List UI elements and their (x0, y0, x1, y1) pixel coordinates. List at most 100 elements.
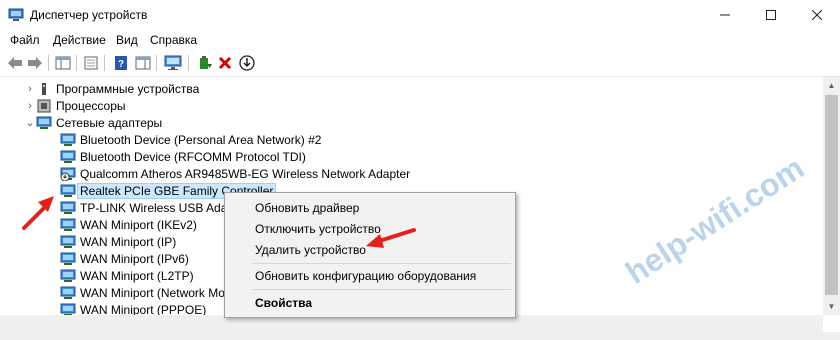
tree-item-label: Qualcomm Atheros AR9485WB-EG Wireless Ne… (80, 166, 411, 181)
vertical-scrollbar[interactable]: ▲ ▼ (823, 77, 840, 315)
tree-item-label: WAN Miniport (IKEv2) (80, 217, 197, 232)
processor-icon (37, 99, 51, 112)
tree-item-device[interactable]: WAN Miniport (IP) (60, 233, 176, 250)
tree-item-label: Процессоры (56, 98, 126, 113)
menu-view[interactable]: Вид (116, 33, 138, 47)
network-adapter-icon (60, 235, 76, 248)
tree-item-network-adapters[interactable]: ⌄ Сетевые адаптеры (24, 114, 162, 131)
watermark: help-wifi.com (619, 150, 810, 291)
tree-item-label: WAN Miniport (Network Mo (80, 285, 225, 300)
menu-item-uninstall-device[interactable]: Удалить устройство (255, 243, 366, 257)
menu-help[interactable]: Справка (150, 33, 197, 47)
tree-item-label: WAN Miniport (IPv6) (80, 251, 189, 266)
network-adapter-icon (60, 286, 76, 299)
toolbar-separator (156, 55, 157, 71)
update-driver-button[interactable] (196, 54, 214, 72)
maximize-button[interactable] (748, 0, 794, 30)
update-driver-icon (200, 56, 212, 69)
minimize-icon (720, 14, 730, 16)
tree-item-device[interactable]: WAN Miniport (L2TP) (60, 267, 194, 284)
toolbar-separator (104, 55, 105, 71)
tree-item-label: Сетевые адаптеры (56, 115, 163, 130)
toolbar-separator (48, 55, 49, 71)
tree-item-device[interactable]: WAN Miniport (Network Mo (60, 284, 225, 301)
console-tree-button[interactable] (54, 54, 72, 72)
menu-bar: Файл Действие Вид Справка (0, 30, 840, 50)
forward-arrow-icon (28, 57, 42, 69)
window-title: Диспетчер устройств (30, 8, 148, 22)
chevron-down-icon[interactable]: ⌄ (24, 116, 36, 129)
properties-sheet-icon (84, 56, 98, 70)
help-button[interactable]: ? (112, 54, 130, 72)
network-adapter-icon (60, 184, 76, 197)
help-book-icon: ? (115, 56, 127, 70)
tree-item-label: TP-LINK Wireless USB Adapt (80, 200, 238, 215)
uninstall-button[interactable] (216, 54, 234, 72)
monitor-icon (164, 55, 182, 70)
tree-item-label: WAN Miniport (L2TP) (80, 268, 194, 283)
toolbar-separator (188, 55, 189, 71)
scroll-thumb[interactable] (825, 95, 838, 295)
tree-item-label: WAN Miniport (IP) (80, 234, 177, 249)
menu-item-properties[interactable]: Свойства (255, 296, 312, 310)
download-button[interactable] (238, 54, 256, 72)
tree-item-label: Bluetooth Device (RFCOMM Protocol TDI) (80, 149, 306, 164)
chevron-right-icon[interactable]: › (24, 100, 36, 112)
network-adapter-icon (60, 150, 76, 163)
properties-toolbar-button[interactable] (82, 54, 100, 72)
maximize-icon (766, 10, 776, 20)
network-adapter-icon (36, 116, 52, 129)
tree-item-device[interactable]: WAN Miniport (PPPOE) (60, 301, 206, 315)
scroll-up-button[interactable]: ▲ (823, 77, 840, 94)
menu-separator (253, 289, 511, 290)
title-bar: Диспетчер устройств (0, 0, 840, 30)
tree-item-device[interactable]: TP-LINK Wireless USB Adapt (60, 199, 237, 216)
red-x-icon (218, 56, 232, 70)
scan-hardware-button[interactable] (164, 54, 182, 72)
tree-item-label: Bluetooth Device (Personal Area Network)… (80, 132, 322, 147)
scroll-down-button[interactable]: ▼ (823, 298, 840, 315)
network-adapter-icon (60, 133, 76, 146)
menu-separator (253, 263, 511, 264)
tree-item-processors[interactable]: › Процессоры (24, 97, 126, 114)
chevron-right-icon[interactable]: › (24, 83, 36, 95)
software-device-icon (42, 82, 46, 95)
tree-item-software-devices[interactable]: › Программные устройства (24, 80, 199, 97)
console-tree-icon (55, 56, 71, 70)
action-pane-icon (135, 56, 151, 70)
tree-item-label: WAN Miniport (PPPOE) (80, 302, 207, 316)
menu-item-scan-hardware[interactable]: Обновить конфигурацию оборудования (255, 269, 476, 283)
close-icon (812, 10, 822, 20)
tree-item-device[interactable]: WAN Miniport (IPv6) (60, 250, 189, 267)
device-manager-window: Диспетчер устройств Файл Действие Вид Сп… (0, 0, 840, 340)
back-arrow-icon (8, 57, 22, 69)
status-bar (0, 332, 840, 340)
minimize-button[interactable] (702, 0, 748, 30)
download-circle-icon (239, 55, 255, 71)
toolbar-separator (76, 55, 77, 71)
device-manager-icon (8, 8, 24, 21)
watermark-text: help-wifi.com (619, 150, 810, 291)
network-adapter-icon (60, 201, 76, 214)
menu-file[interactable]: Файл (10, 33, 40, 47)
tree-item-device[interactable]: WAN Miniport (IKEv2) (60, 216, 197, 233)
forward-button[interactable] (26, 54, 44, 72)
toolbar: ? (0, 50, 840, 77)
network-adapter-icon (60, 269, 76, 282)
tree-item-label: Программные устройства (56, 81, 200, 96)
network-adapter-icon (60, 303, 76, 315)
context-menu: Обновить драйвер Отключить устройство Уд… (224, 192, 516, 318)
menu-action[interactable]: Действие (53, 33, 106, 47)
menu-item-disable-device[interactable]: Отключить устройство (255, 222, 381, 236)
back-button[interactable] (6, 54, 24, 72)
svg-text:?: ? (118, 59, 124, 70)
tree-item-device[interactable]: Bluetooth Device (RFCOMM Protocol TDI) (60, 148, 306, 165)
close-button[interactable] (794, 0, 840, 30)
network-adapter-icon (60, 252, 76, 265)
network-adapter-icon (60, 218, 76, 231)
network-adapter-disabled-icon (60, 167, 76, 181)
action-pane-button[interactable] (134, 54, 152, 72)
tree-item-device[interactable]: Bluetooth Device (Personal Area Network)… (60, 131, 321, 148)
menu-item-update-driver[interactable]: Обновить драйвер (255, 201, 359, 215)
tree-item-device[interactable]: Qualcomm Atheros AR9485WB-EG Wireless Ne… (60, 165, 410, 182)
